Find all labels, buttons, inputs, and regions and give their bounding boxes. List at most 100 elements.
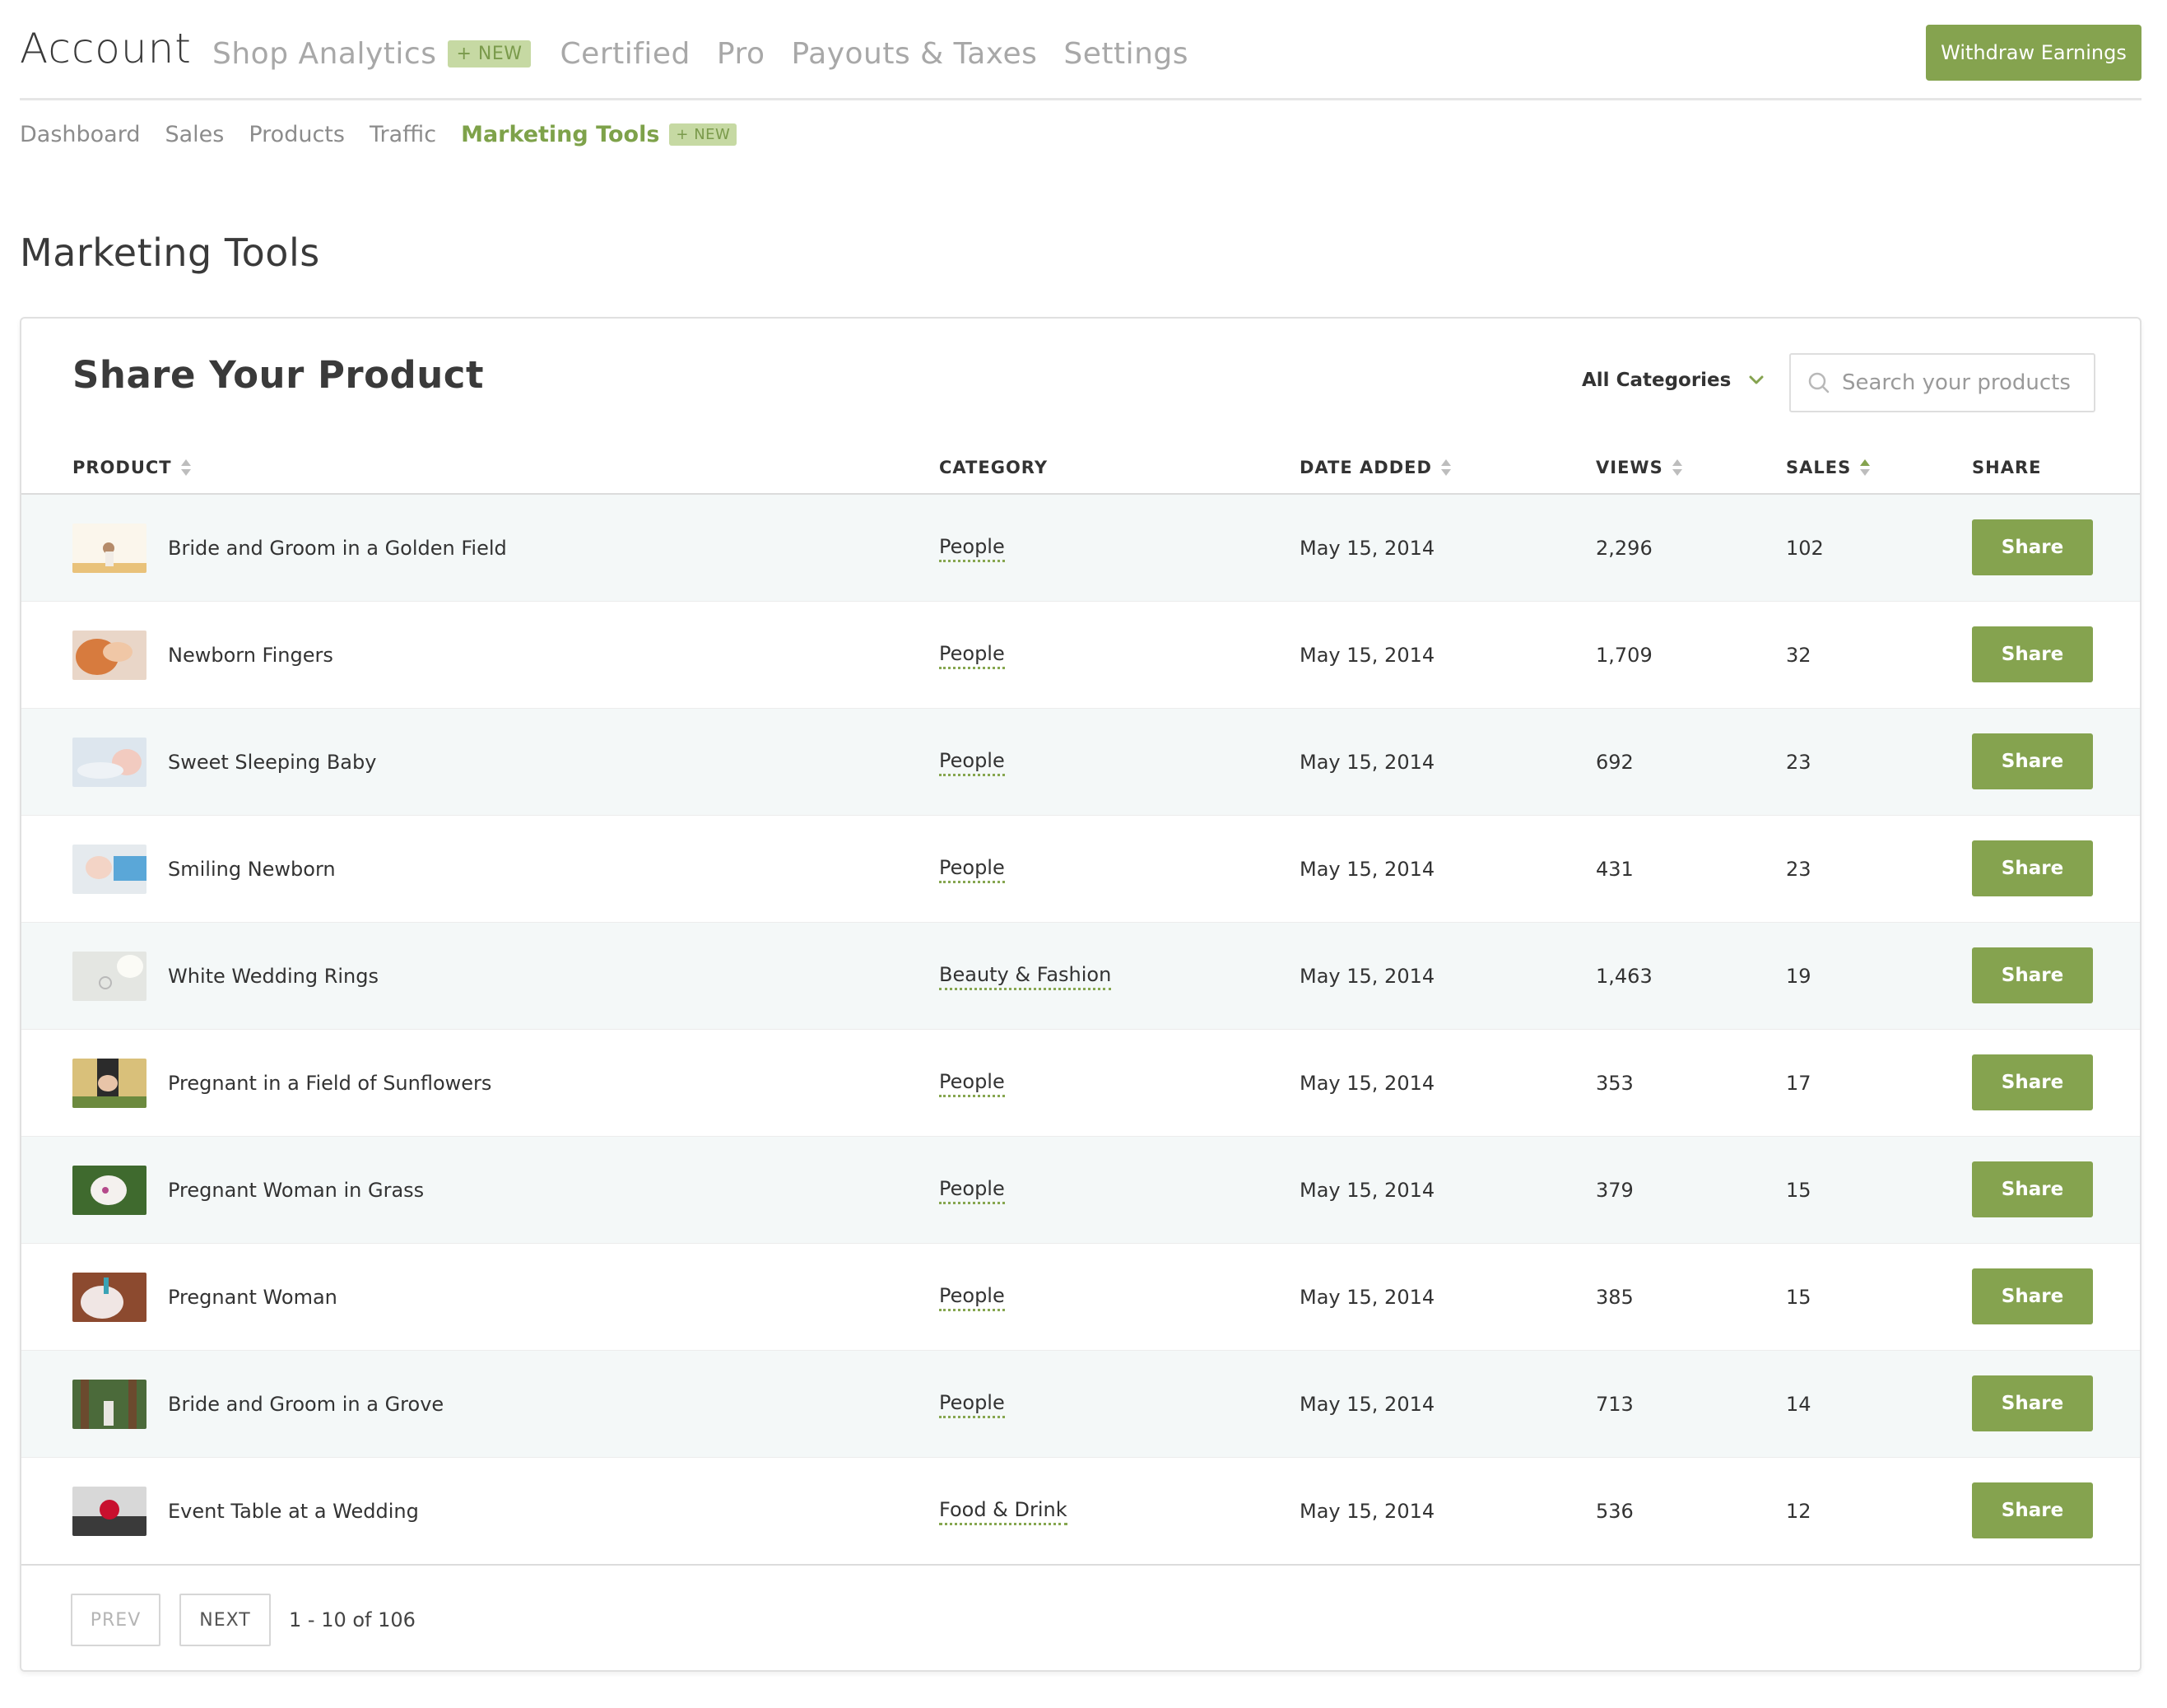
product-name[interactable]: Event Table at a Wedding (168, 1458, 419, 1565)
product-name[interactable]: Pregnant Woman (168, 1244, 337, 1351)
col-share: SHARE (1972, 458, 2042, 477)
table-row: Pregnant Woman People May 15, 2014 385 1… (21, 1244, 2140, 1351)
category-link[interactable]: People (939, 1177, 1005, 1204)
nav-shop-analytics[interactable]: Shop Analytics (212, 37, 436, 71)
date-cell: May 15, 2014 (1300, 1286, 1435, 1309)
share-button[interactable]: Share (1972, 1054, 2093, 1110)
category-cell: People (939, 1030, 1005, 1137)
date-cell: May 15, 2014 (1300, 751, 1435, 774)
product-thumbnail[interactable] (72, 1166, 146, 1215)
share-button[interactable]: Share (1972, 1268, 2093, 1324)
category-link[interactable]: People (939, 1070, 1005, 1097)
product-thumbnail[interactable] (72, 1059, 146, 1108)
product-thumbnail[interactable] (72, 631, 146, 680)
product-thumbnail[interactable] (72, 952, 146, 1001)
product-name[interactable]: Sweet Sleeping Baby (168, 709, 376, 816)
category-link[interactable]: People (939, 749, 1005, 776)
share-button[interactable]: Share (1972, 947, 2093, 1003)
category-link[interactable]: People (939, 1284, 1005, 1311)
subnav-new-badge: + NEW (669, 123, 737, 146)
sales-cell: 17 (1786, 1072, 1811, 1095)
col-category: CATEGORY (939, 458, 1049, 477)
subnav-dashboard[interactable]: Dashboard (20, 122, 140, 147)
col-views[interactable]: VIEWS (1596, 442, 1683, 493)
product-name[interactable]: Newborn Fingers (168, 602, 333, 709)
category-filter-dropdown[interactable]: All Categories (1582, 370, 1765, 391)
sub-nav: Dashboard Sales Products Traffic Marketi… (20, 122, 737, 147)
share-button[interactable]: Share (1972, 1375, 2093, 1431)
share-button[interactable]: Share (1972, 1161, 2093, 1217)
col-views-label: VIEWS (1596, 458, 1663, 477)
share-button[interactable]: Share (1972, 626, 2093, 682)
date-cell: May 15, 2014 (1300, 1393, 1435, 1416)
product-name[interactable]: Bride and Groom in a Golden Field (168, 495, 507, 602)
date-cell: May 15, 2014 (1300, 965, 1435, 988)
share-button[interactable]: Share (1972, 519, 2093, 575)
category-link[interactable]: Beauty & Fashion (939, 963, 1112, 990)
category-link[interactable]: People (939, 642, 1005, 669)
search-icon (1808, 372, 1830, 393)
pagination-info: 1 - 10 of 106 (289, 1608, 416, 1631)
account-brand[interactable]: Account (20, 25, 192, 72)
product-thumbnail[interactable] (72, 1273, 146, 1322)
sales-cell: 14 (1786, 1393, 1811, 1416)
product-thumbnail[interactable] (72, 1487, 146, 1536)
date-cell: May 15, 2014 (1300, 858, 1435, 881)
subnav-sales[interactable]: Sales (165, 122, 224, 147)
table-row: Pregnant in a Field of Sunflowers People… (21, 1030, 2140, 1137)
new-badge: + NEW (448, 40, 531, 67)
product-thumbnail[interactable] (72, 524, 146, 573)
nav-pro[interactable]: Pro (717, 37, 765, 71)
col-date-added[interactable]: DATE ADDED (1300, 442, 1452, 493)
nav-payouts-taxes[interactable]: Payouts & Taxes (792, 37, 1038, 71)
product-name[interactable]: White Wedding Rings (168, 923, 379, 1030)
product-name[interactable]: Smiling Newborn (168, 816, 336, 923)
category-cell: People (939, 495, 1005, 602)
subnav-traffic[interactable]: Traffic (370, 122, 436, 147)
category-cell: People (939, 602, 1005, 709)
sales-cell: 23 (1786, 858, 1811, 881)
category-link[interactable]: Food & Drink (939, 1498, 1067, 1525)
product-name[interactable]: Bride and Groom in a Grove (168, 1351, 444, 1458)
sales-cell: 32 (1786, 644, 1811, 667)
share-button[interactable]: Share (1972, 733, 2093, 789)
subnav-products[interactable]: Products (249, 122, 345, 147)
nav-certified[interactable]: Certified (560, 37, 691, 71)
category-filter-label: All Categories (1582, 370, 1732, 391)
withdraw-earnings-button[interactable]: Withdraw Earnings (1926, 25, 2141, 81)
share-button[interactable]: Share (1972, 1482, 2093, 1538)
nav-settings[interactable]: Settings (1063, 37, 1188, 71)
search-box (1789, 353, 2097, 412)
category-cell: People (939, 709, 1005, 816)
category-link[interactable]: People (939, 535, 1005, 562)
table-row: Smiling Newborn People May 15, 2014 431 … (21, 816, 2140, 923)
table-header: PRODUCT CATEGORY DATE ADDED VIEWS SALES … (21, 442, 2140, 495)
category-link[interactable]: People (939, 1391, 1005, 1418)
category-link[interactable]: People (939, 856, 1005, 883)
product-thumbnail[interactable] (72, 845, 146, 894)
share-button[interactable]: Share (1972, 840, 2093, 896)
prev-button[interactable]: PREV (71, 1594, 160, 1646)
date-cell: May 15, 2014 (1300, 1179, 1435, 1202)
col-date-added-label: DATE ADDED (1300, 458, 1432, 477)
date-cell: May 15, 2014 (1300, 1500, 1435, 1523)
card-title: Share Your Product (72, 353, 484, 397)
table-row: Bride and Groom in a Golden Field People… (21, 495, 2140, 602)
table-row: Newborn Fingers People May 15, 2014 1,70… (21, 602, 2140, 709)
product-name[interactable]: Pregnant Woman in Grass (168, 1137, 424, 1244)
pagination: PREV NEXT 1 - 10 of 106 (21, 1564, 2140, 1670)
col-product[interactable]: PRODUCT (72, 442, 192, 493)
product-thumbnail[interactable] (72, 738, 146, 787)
category-cell: People (939, 816, 1005, 923)
subnav-new-badge-label: NEW (694, 126, 731, 143)
table-body: Bride and Groom in a Golden Field People… (21, 495, 2140, 1565)
product-name[interactable]: Pregnant in a Field of Sunflowers (168, 1030, 491, 1137)
views-cell: 1,709 (1596, 644, 1653, 667)
product-thumbnail[interactable] (72, 1380, 146, 1429)
next-button[interactable]: NEXT (179, 1594, 271, 1646)
search-input[interactable] (1842, 370, 2097, 395)
subnav-marketing-tools[interactable]: Marketing Tools (461, 122, 659, 147)
date-cell: May 15, 2014 (1300, 1072, 1435, 1095)
table-row: Sweet Sleeping Baby People May 15, 2014 … (21, 709, 2140, 816)
col-sales[interactable]: SALES (1786, 442, 1871, 493)
